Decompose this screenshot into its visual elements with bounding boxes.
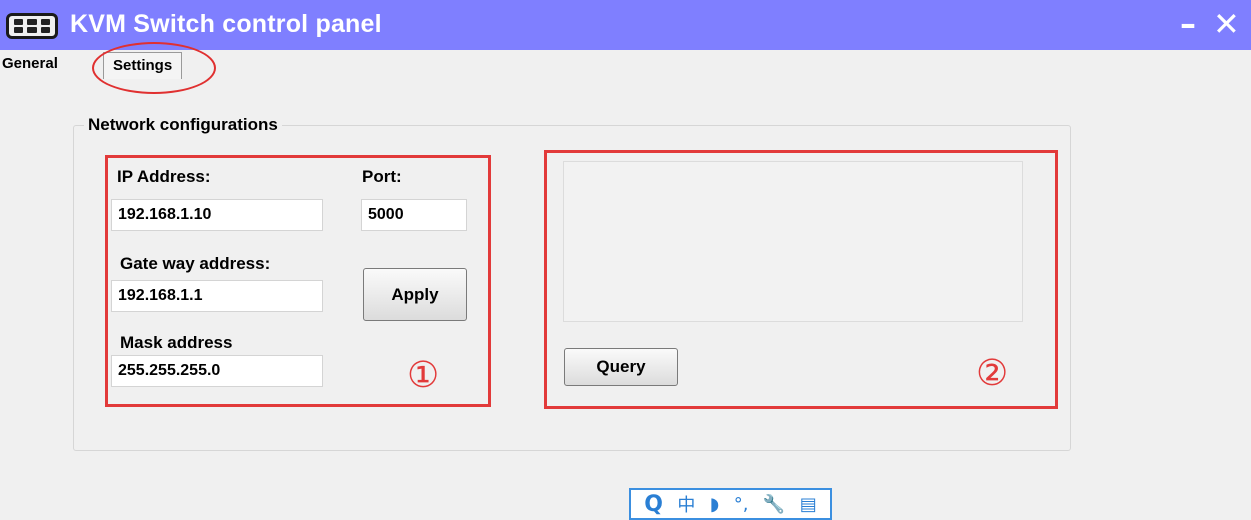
apply-button[interactable]: Apply: [363, 268, 467, 321]
minimize-button[interactable]: –: [1180, 6, 1196, 42]
ime-toolbar: Q 中 ◗ °, 🔧 ▤: [629, 488, 832, 520]
port-input[interactable]: [361, 199, 467, 231]
mask-address-input[interactable]: [111, 355, 323, 387]
kvm-app-icon: [6, 13, 58, 39]
chinese-mode-icon[interactable]: 中: [677, 491, 695, 517]
port-label: Port:: [362, 167, 402, 186]
network-config-title: Network configurations: [84, 115, 282, 135]
moon-icon[interactable]: ◗: [710, 494, 719, 515]
ip-address-label: IP Address:: [117, 167, 211, 186]
title-bar: KVM Switch control panel – ✕: [0, 0, 1251, 50]
clipboard-icon[interactable]: ▤: [800, 494, 817, 515]
search-icon[interactable]: Q: [644, 492, 663, 517]
query-button[interactable]: Query: [564, 348, 678, 386]
tab-general[interactable]: General: [2, 55, 58, 72]
query-output-textarea[interactable]: [563, 161, 1023, 322]
mask-address-label: Mask address: [120, 333, 233, 352]
gateway-address-label: Gate way address:: [120, 254, 271, 273]
punctuation-icon[interactable]: °,: [734, 494, 749, 515]
close-button[interactable]: ✕: [1213, 6, 1240, 42]
wrench-icon[interactable]: 🔧: [763, 494, 785, 515]
annotation-number-1: ①: [407, 355, 440, 396]
ip-address-input[interactable]: [111, 199, 323, 231]
annotation-number-2: ②: [976, 353, 1009, 394]
settings-highlight-circle: [92, 42, 216, 94]
gateway-address-input[interactable]: [111, 280, 323, 312]
window-title: KVM Switch control panel: [70, 10, 382, 38]
